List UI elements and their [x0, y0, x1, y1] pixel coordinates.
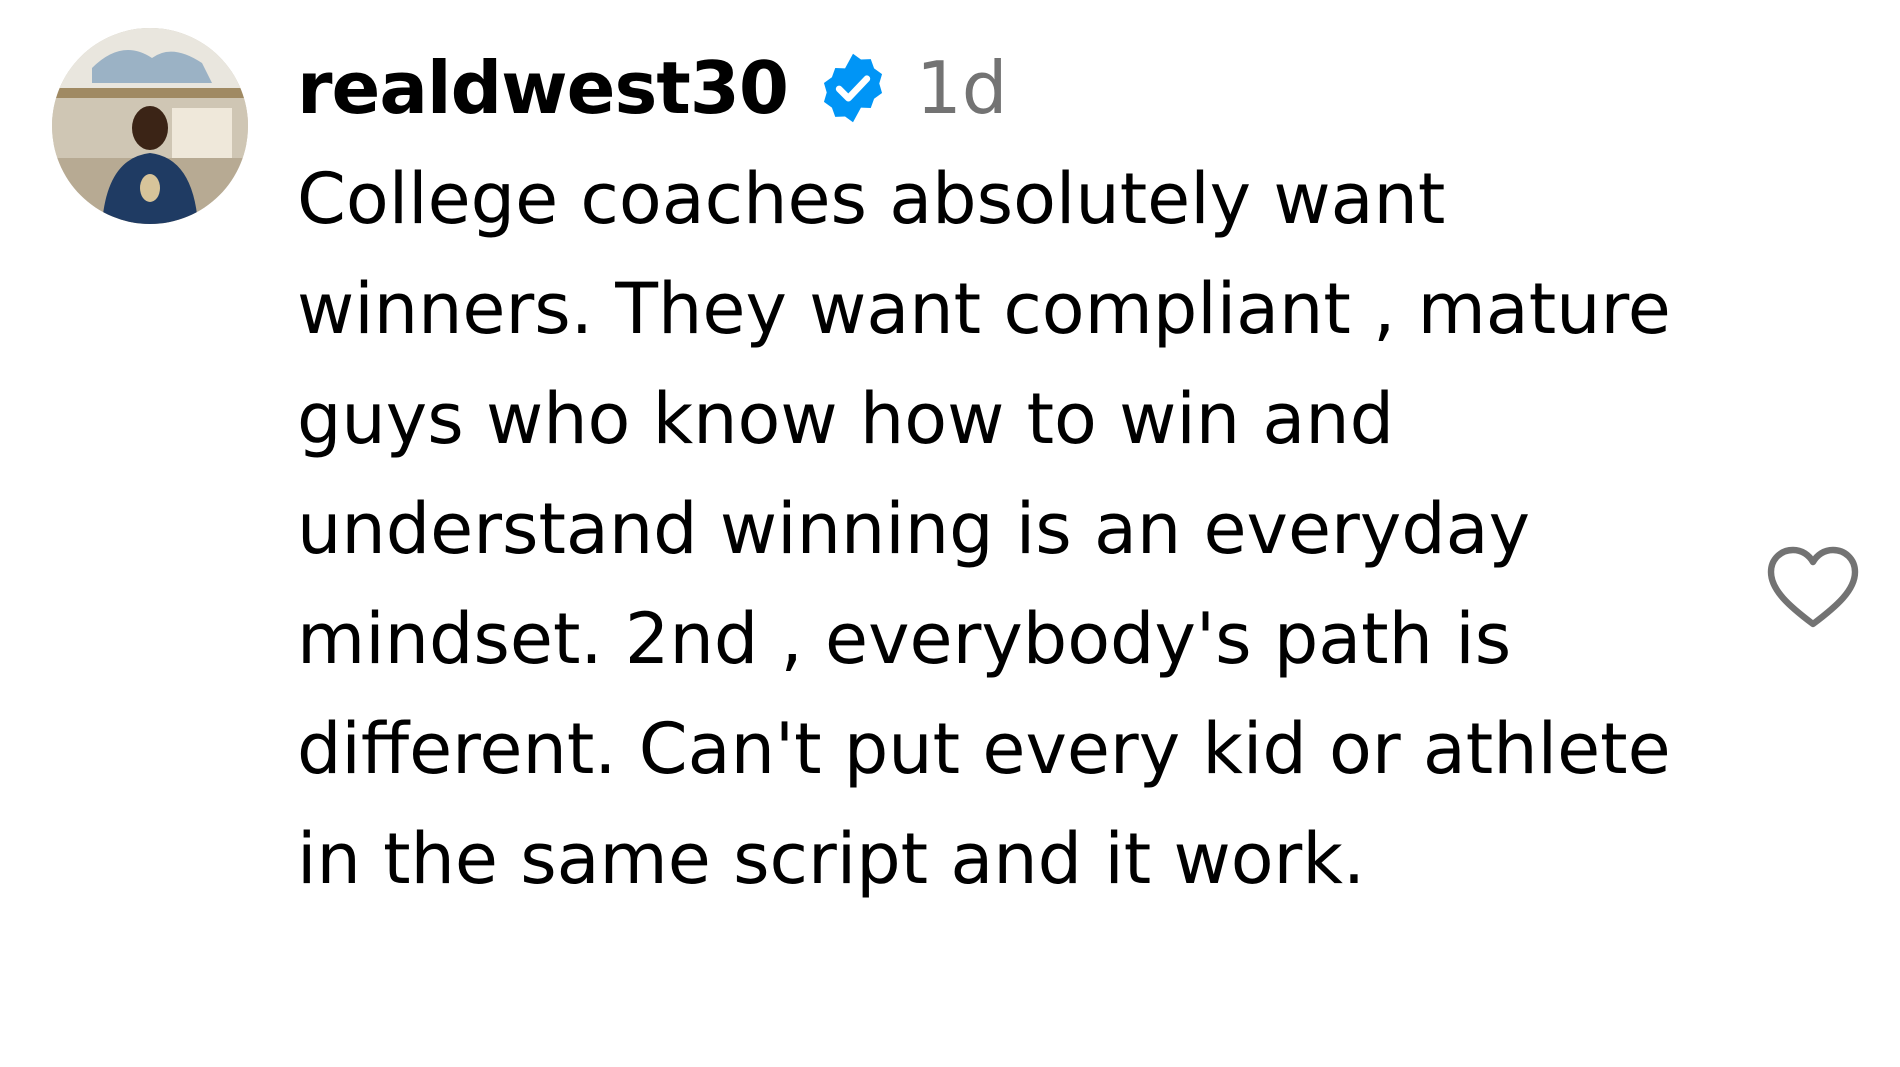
- username-link[interactable]: realdwest30: [297, 52, 789, 124]
- comment-text: College coaches absolutely want winners.…: [297, 158, 1694, 900]
- timestamp: 1d: [915, 46, 1008, 130]
- verified-badge-icon: [816, 51, 890, 125]
- heart-outline-icon: [1767, 546, 1859, 628]
- avatar[interactable]: [52, 28, 248, 224]
- comment-header: realdwest30 1d: [297, 40, 1717, 136]
- comment: realdwest30 1d College coaches absolutel…: [297, 40, 1717, 914]
- avatar-photo: [52, 28, 248, 224]
- like-button[interactable]: [1764, 544, 1862, 632]
